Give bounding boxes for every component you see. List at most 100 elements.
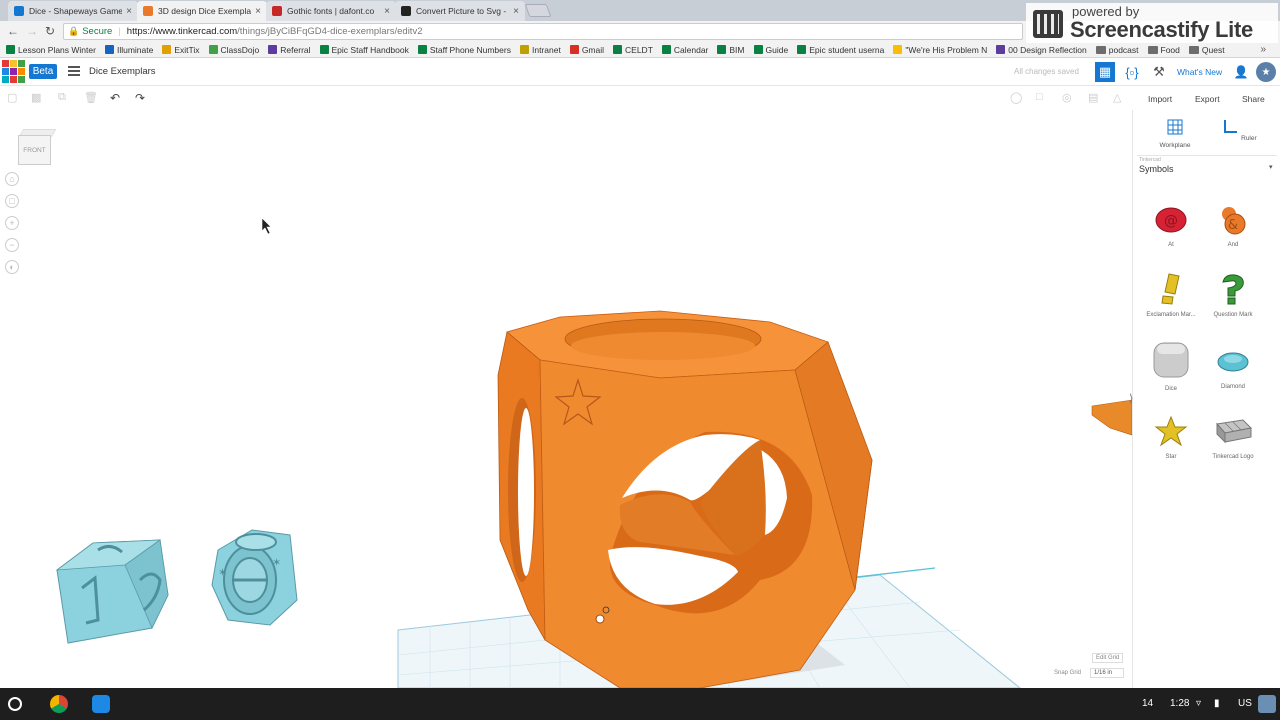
clock[interactable]: 1:28: [1170, 698, 1189, 709]
new-tab-button[interactable]: [524, 4, 552, 17]
bookmark-item[interactable]: podcast: [1095, 45, 1139, 55]
browser-tab[interactable]: Gothic fonts | dafont.co ×: [266, 1, 396, 21]
bookmark-item[interactable]: Referral: [268, 45, 311, 55]
bookmark-item[interactable]: ClassDojo: [208, 45, 259, 55]
light-icon[interactable]: ◯: [1010, 91, 1022, 104]
orange-dice-holder-shape[interactable]: [497, 310, 873, 688]
bookmark-item[interactable]: Epic student userna: [797, 45, 884, 55]
shape-and[interactable]: & And: [1203, 202, 1263, 248]
paste-icon[interactable]: ▩: [31, 91, 41, 104]
reload-icon[interactable]: ↻: [45, 24, 55, 38]
address-bar[interactable]: 🔒 Secure | https://www.tinkercad.com /th…: [63, 23, 1023, 40]
shape-exclamation[interactable]: Exclamation Mar...: [1141, 272, 1201, 318]
shape-question-mark[interactable]: Question Mark: [1203, 272, 1263, 318]
bookmark-item[interactable]: Illuminate: [104, 45, 153, 55]
category-select[interactable]: Symbols: [1139, 164, 1174, 174]
bookmark-item[interactable]: Gmail: [569, 45, 604, 55]
bookmark-icon: [268, 45, 278, 54]
add-user-icon[interactable]: 👤: [1231, 62, 1251, 82]
delete-icon[interactable]: 🗑: [84, 91, 98, 104]
blue-die-cube-1[interactable]: [55, 539, 169, 644]
chrome-icon[interactable]: [50, 695, 68, 713]
avatar[interactable]: ★: [1256, 62, 1276, 82]
blue-die-cube-2[interactable]: ✶ ✶: [211, 529, 298, 626]
mirror-icon[interactable]: △: [1113, 91, 1121, 104]
tab-close-icon[interactable]: ×: [513, 6, 519, 17]
bookmark-item[interactable]: CELDT: [613, 45, 653, 55]
align-icon[interactable]: ▤: [1088, 91, 1098, 104]
svg-text:@: @: [1164, 213, 1178, 229]
keyboard-locale[interactable]: US: [1238, 698, 1252, 709]
bricks-icon[interactable]: ⚒: [1149, 62, 1169, 82]
files-icon[interactable]: [92, 695, 110, 713]
export-button[interactable]: Export: [1195, 94, 1220, 104]
shape-star[interactable]: Star: [1141, 414, 1201, 460]
bookmarks-overflow-icon[interactable]: »: [1260, 44, 1266, 55]
scene-3d[interactable]: ✶ ✶: [0, 110, 1132, 688]
view-cube-front[interactable]: FRONT: [18, 135, 51, 165]
tab-close-icon[interactable]: ×: [384, 6, 390, 17]
partial-shape[interactable]: [1091, 399, 1132, 436]
share-button[interactable]: Share: [1242, 94, 1265, 104]
group-icon[interactable]: ◎: [1062, 91, 1072, 104]
bookmark-item[interactable]: "We're His Problem N: [893, 45, 987, 55]
fit-view-icon[interactable]: □: [5, 194, 19, 208]
shape-at[interactable]: @ At: [1141, 202, 1201, 248]
view-cube[interactable]: FRONT: [18, 129, 57, 167]
workplane-icon: [1167, 119, 1183, 135]
grid-view-icon[interactable]: ▦: [1095, 62, 1115, 82]
tab-close-icon[interactable]: ×: [126, 6, 132, 17]
tab-favicon-icon: [143, 6, 153, 16]
tab-favicon-icon: [401, 6, 411, 16]
browser-tab-active[interactable]: 3D design Dice Exemplar ×: [137, 1, 267, 21]
snap-grid-select[interactable]: 1/16 in: [1090, 668, 1124, 678]
bookmark-item[interactable]: Lesson Plans Winter: [6, 45, 96, 55]
perspective-icon[interactable]: ◐: [5, 260, 19, 274]
bookmark-item[interactable]: Guide: [753, 45, 788, 55]
shape-dice[interactable]: Dice: [1141, 340, 1201, 392]
tab-close-icon[interactable]: ×: [255, 6, 261, 17]
design-list-icon[interactable]: [68, 66, 80, 76]
workplane-viewport[interactable]: ✶ ✶ FRONT ⌂ □ + − ◐ Edit Grid Snap Grid …: [0, 110, 1132, 688]
redo-icon[interactable]: ↷: [135, 91, 145, 105]
back-arrow-icon[interactable]: ←: [7, 24, 19, 38]
document-title[interactable]: Dice Exemplars: [89, 66, 156, 77]
import-button[interactable]: Import: [1148, 94, 1172, 104]
bookmark-item[interactable]: Quest: [1188, 45, 1225, 55]
zoom-out-icon[interactable]: −: [5, 238, 19, 252]
shape-tinkercad-logo[interactable]: Tinkercad Logo: [1203, 414, 1263, 460]
zoom-in-icon[interactable]: +: [5, 216, 19, 230]
new-shape-icon[interactable]: ▢: [7, 91, 17, 104]
code-blocks-icon[interactable]: {▫}: [1122, 62, 1142, 82]
wifi-icon[interactable]: ▿: [1196, 698, 1201, 709]
bookmark-item[interactable]: Intranet: [519, 45, 561, 55]
whats-new-link[interactable]: What's New: [1177, 67, 1222, 77]
edit-grid-button[interactable]: Edit Grid: [1092, 653, 1124, 663]
tinkercad-logo[interactable]: [2, 60, 25, 83]
bookmark-item[interactable]: Calendar: [661, 45, 708, 55]
bookmark-item[interactable]: ExitTix: [162, 45, 200, 55]
forward-arrow-icon[interactable]: →: [26, 24, 38, 38]
collapse-panel-icon[interactable]: ⟩: [1129, 392, 1133, 405]
bookmark-icon: [417, 45, 427, 54]
browser-tab[interactable]: Dice - Shapeways Game ×: [8, 1, 138, 21]
undo-icon[interactable]: ↶: [110, 91, 120, 105]
browser-tab[interactable]: Convert Picture to Svg - ×: [395, 1, 525, 21]
bookmark-item[interactable]: Staff Phone Numbers: [417, 45, 511, 55]
ruler-tool[interactable]: Ruler: [1219, 118, 1259, 142]
speech-icon[interactable]: □: [1036, 91, 1043, 103]
shape-diamond[interactable]: Diamond: [1203, 344, 1263, 390]
notification-count[interactable]: 14: [1142, 698, 1153, 709]
battery-icon[interactable]: ▮: [1214, 698, 1220, 709]
home-view-icon[interactable]: ⌂: [5, 172, 19, 186]
user-avatar[interactable]: [1258, 695, 1276, 713]
bookmark-item[interactable]: Food: [1147, 45, 1180, 55]
workplane-tool[interactable]: Workplane: [1155, 118, 1195, 149]
shape-label: Exclamation Mar...: [1146, 312, 1196, 318]
launcher-icon[interactable]: [8, 697, 22, 711]
bookmark-item[interactable]: Epic Staff Handbook: [319, 45, 409, 55]
chevron-down-icon[interactable]: ▾: [1269, 163, 1273, 171]
bookmark-item[interactable]: 00 Design Reflection: [996, 45, 1087, 55]
bookmark-item[interactable]: BIM: [717, 45, 745, 55]
duplicate-icon[interactable]: ⧉: [58, 91, 66, 104]
